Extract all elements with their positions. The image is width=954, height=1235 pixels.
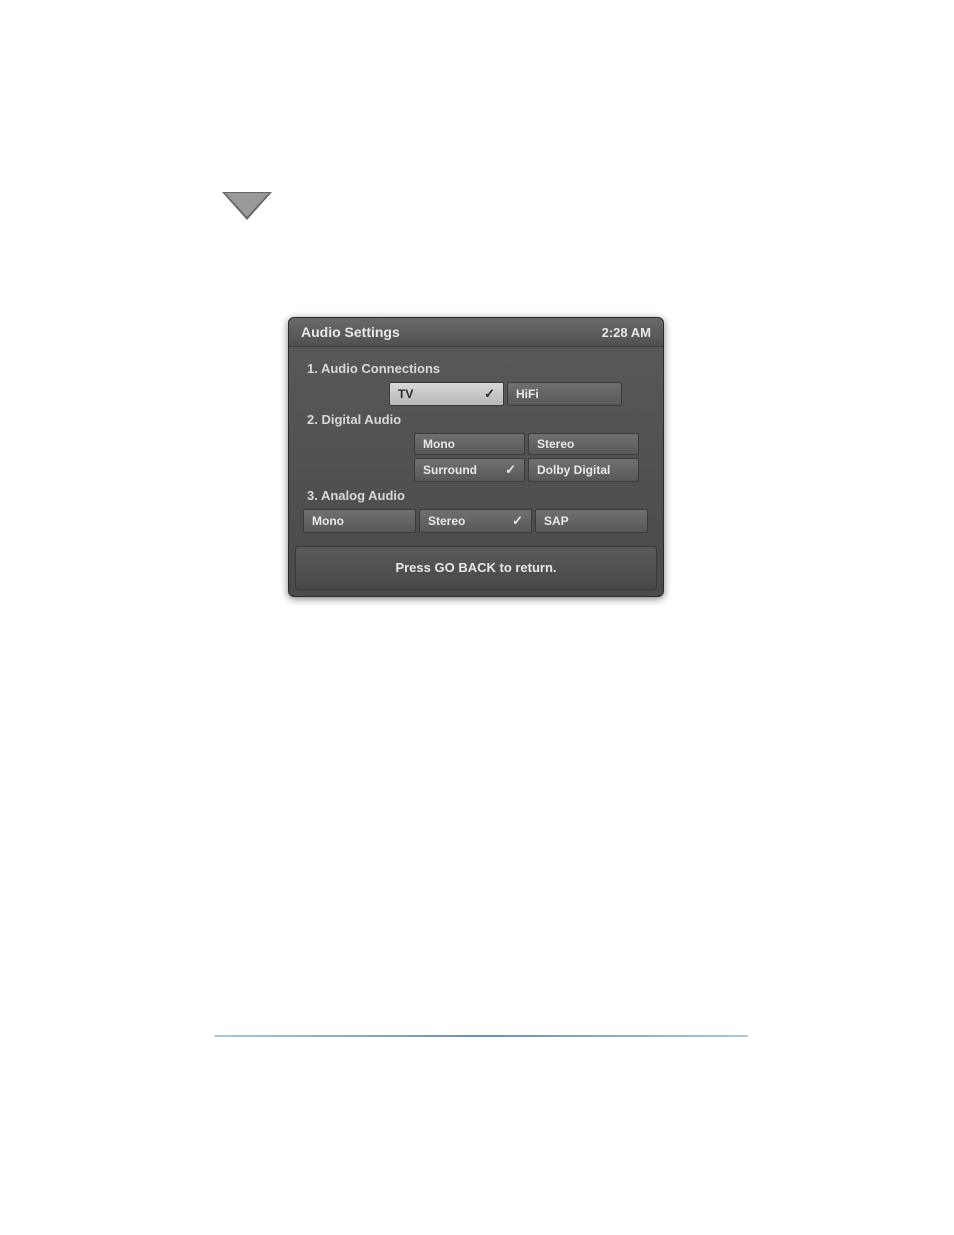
option-hifi[interactable]: HiFi	[507, 382, 622, 406]
option-label: Stereo	[428, 514, 465, 528]
option-stereo-analog[interactable]: Stereo ✓	[419, 509, 532, 533]
option-mono-analog[interactable]: Mono	[303, 509, 416, 533]
row-analog-audio: Mono Stereo ✓ SAP	[303, 509, 653, 533]
checkmark-icon: ✓	[484, 386, 495, 402]
row-audio-connections: TV ✓ HiFi	[389, 382, 653, 406]
footer-text: Press GO BACK to return.	[395, 560, 556, 575]
option-label: TV	[398, 387, 413, 401]
option-label: Mono	[312, 514, 344, 528]
checkmark-icon: ✓	[505, 462, 516, 478]
down-triangle-icon	[222, 192, 272, 220]
option-label: Surround	[423, 463, 477, 477]
dialog-body: 1. Audio Connections TV ✓ HiFi 2. Digita…	[289, 347, 663, 542]
option-label: Stereo	[537, 437, 574, 451]
horizontal-rule	[214, 1035, 748, 1037]
option-tv[interactable]: TV ✓	[389, 382, 504, 406]
option-dolby-digital[interactable]: Dolby Digital	[528, 458, 639, 482]
dialog-header: Audio Settings 2:28 AM	[289, 318, 663, 347]
section-label-digital-audio: 2. Digital Audio	[307, 412, 653, 427]
option-stereo-digital[interactable]: Stereo	[528, 433, 639, 455]
option-sap[interactable]: SAP	[535, 509, 648, 533]
option-mono-digital[interactable]: Mono	[414, 433, 525, 455]
option-label: SAP	[544, 514, 569, 528]
option-label: Mono	[423, 437, 455, 451]
option-surround[interactable]: Surround ✓	[414, 458, 525, 482]
option-label: Dolby Digital	[537, 463, 610, 477]
checkmark-icon: ✓	[512, 513, 523, 529]
dialog-footer: Press GO BACK to return.	[295, 546, 657, 590]
audio-settings-dialog: Audio Settings 2:28 AM 1. Audio Connecti…	[288, 317, 664, 597]
row-digital-audio-2: Surround ✓ Dolby Digital	[414, 458, 653, 482]
section-label-audio-connections: 1. Audio Connections	[307, 361, 653, 376]
row-digital-audio-1: Mono Stereo	[414, 433, 653, 455]
dialog-title: Audio Settings	[301, 324, 400, 340]
section-label-analog-audio: 3. Analog Audio	[307, 488, 653, 503]
dialog-time: 2:28 AM	[602, 325, 651, 340]
option-label: HiFi	[516, 387, 539, 401]
